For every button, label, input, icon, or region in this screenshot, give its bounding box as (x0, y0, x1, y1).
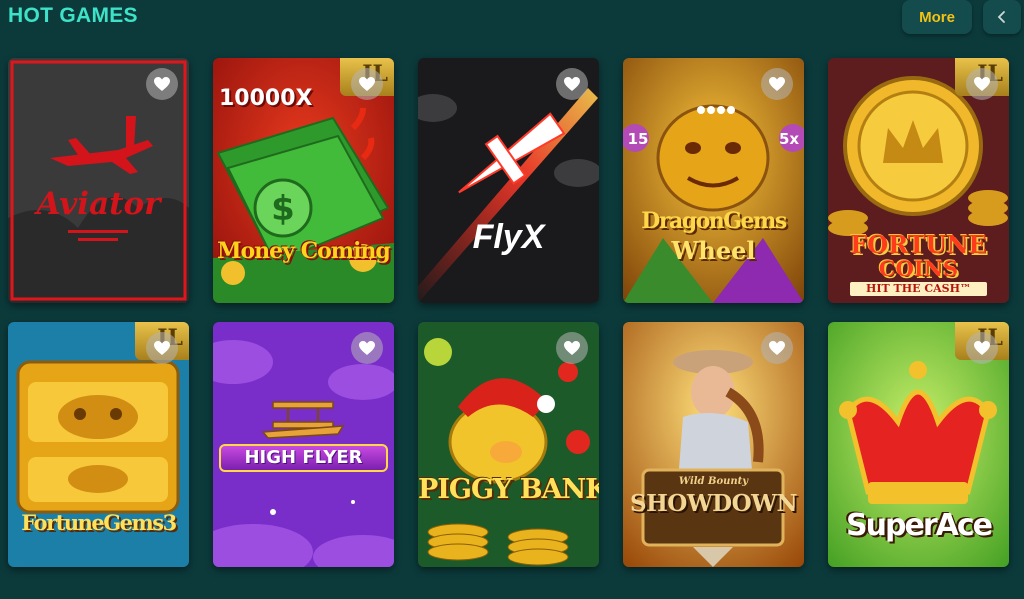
game-subtitle: Wild Bounty (678, 476, 749, 487)
favorite-button[interactable] (351, 68, 383, 100)
game-title-line1: FORTUNE (850, 230, 987, 259)
heart-icon (154, 77, 170, 91)
heart-icon (564, 77, 580, 91)
heart-icon (154, 341, 170, 355)
favorite-button[interactable] (556, 332, 588, 364)
game-title: FortuneGems3 (21, 510, 177, 535)
game-card-flyx[interactable]: FlyX (418, 58, 599, 303)
game-title: SuperAce (846, 508, 993, 543)
favorite-button[interactable] (966, 68, 998, 100)
prev-button[interactable] (983, 0, 1021, 34)
game-card-fortune-gems-3[interactable]: FortuneGems3 IL (8, 322, 189, 567)
game-card-high-flyer[interactable]: HIGH FLYER (213, 322, 394, 567)
game-title-line1: DragonGems (641, 208, 787, 234)
game-card-dragongems-wheel[interactable]: 15 5x DragonGems Wheel (623, 58, 804, 303)
game-card-aviator[interactable]: Aviator (8, 58, 189, 303)
game-card-fortune-coins[interactable]: FORTUNE COINS HIT THE CASH™ IL (828, 58, 1009, 303)
game-title-line2: Wheel (671, 236, 756, 265)
right-tag: 5x (778, 130, 800, 148)
game-card-super-ace[interactable]: SuperAce IL (828, 322, 1009, 567)
game-card-money-coming[interactable]: $ 10000X Money Coming IL (213, 58, 394, 303)
game-subtitle: HIT THE CASH™ (850, 282, 987, 296)
left-tag: 15 (627, 130, 649, 148)
game-title: FlyX (472, 218, 545, 256)
favorite-button[interactable] (761, 68, 793, 100)
game-title: Aviator (36, 186, 161, 222)
favorite-button[interactable] (556, 68, 588, 100)
game-title: SHOWDOWN (629, 490, 798, 517)
favorite-button[interactable] (351, 332, 383, 364)
heart-icon (359, 341, 375, 355)
section-title: HOT GAMES (8, 4, 138, 27)
chevron-left-icon (997, 11, 1005, 23)
heart-icon (564, 341, 580, 355)
multiplier-text: 10000X (219, 86, 313, 111)
game-title: HIGH FLYER (244, 447, 363, 468)
favorite-button[interactable] (146, 68, 178, 100)
favorite-button[interactable] (761, 332, 793, 364)
heart-icon (359, 77, 375, 91)
game-card-wild-bounty-showdown[interactable]: Wild Bounty SHOWDOWN (623, 322, 804, 567)
heart-icon (974, 77, 990, 91)
favorite-button[interactable] (146, 332, 178, 364)
heart-icon (974, 341, 990, 355)
svg-text:$: $ (271, 189, 295, 229)
more-button[interactable]: More (902, 0, 972, 34)
section-header: HOT GAMES More (0, 0, 1024, 40)
game-title: Money Coming (217, 238, 391, 264)
heart-icon (769, 341, 785, 355)
game-title-line2: COINS (878, 256, 959, 281)
favorite-button[interactable] (966, 332, 998, 364)
heart-icon (769, 77, 785, 91)
game-card-piggy-bank[interactable]: PIGGY BANK (418, 322, 599, 567)
game-title: PIGGY BANK (418, 474, 599, 505)
